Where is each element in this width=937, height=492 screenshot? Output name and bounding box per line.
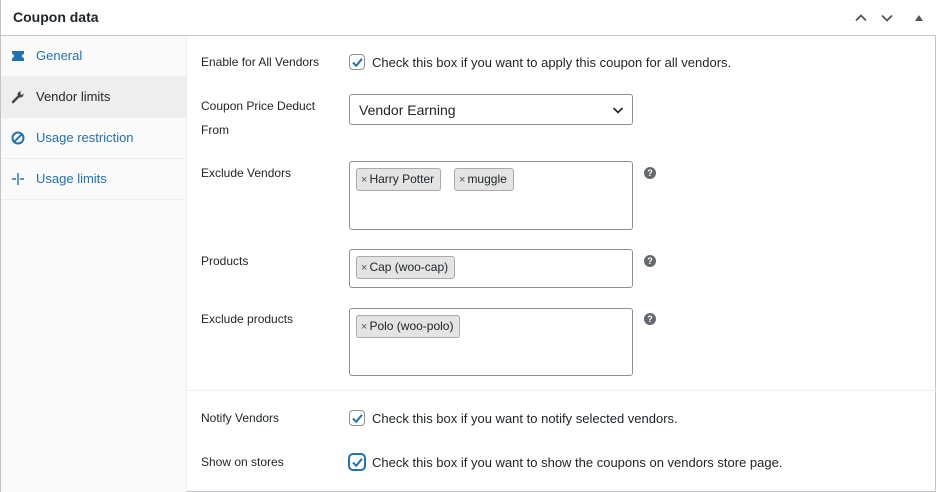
help-icon[interactable]: ? [644, 167, 656, 179]
tag-remove-icon[interactable]: × [361, 262, 367, 274]
enable-all-vendors-label: Enable for All Vendors [201, 55, 320, 69]
tag-remove-icon[interactable]: × [361, 174, 367, 186]
tab-vendor-limits[interactable]: Vendor limits [1, 77, 187, 118]
tab-usage-limits[interactable]: Usage limits [1, 159, 187, 200]
block-icon [11, 131, 25, 145]
exclude-vendors-label: Exclude Vendors [201, 166, 292, 180]
exclude-products-label: Exclude products [201, 312, 294, 326]
show-on-stores-label: Show on stores [201, 455, 284, 469]
products-input[interactable]: × Cap (woo-cap) [349, 249, 633, 288]
price-deduct-label-line1: Coupon Price Deduct [201, 99, 316, 113]
tag-label: Harry Potter [369, 172, 435, 186]
tab-general[interactable]: General [1, 36, 187, 77]
checkmark-icon [351, 413, 363, 423]
price-deduct-select[interactable]: Vendor Earning [349, 94, 633, 125]
help-icon[interactable]: ? [644, 313, 656, 325]
coupon-data-panel: Coupon data General Vendor limits Usage … [0, 0, 936, 492]
notify-vendors-description: Check this box if you want to notify sel… [372, 411, 678, 426]
chevron-down-icon[interactable] [877, 8, 897, 28]
enable-all-vendors-description: Check this box if you want to apply this… [372, 55, 732, 70]
vendor-limits-content: Enable for All Vendors Check this box if… [188, 36, 936, 492]
wrench-icon [11, 90, 25, 104]
panel-title: Coupon data [13, 9, 99, 25]
section-divider [188, 390, 936, 391]
help-icon[interactable]: ? [644, 255, 656, 267]
chevron-up-icon[interactable] [851, 8, 871, 28]
products-label: Products [201, 254, 249, 268]
checkmark-icon [351, 457, 363, 467]
tab-usage-restriction-label: Usage restriction [36, 130, 134, 145]
tag-label: muggle [467, 172, 507, 186]
notify-vendors-label: Notify Vendors [201, 411, 280, 425]
tab-usage-restriction[interactable]: Usage restriction [1, 118, 187, 159]
tag-label: Cap (woo-cap) [369, 260, 449, 274]
price-deduct-label-line2: From [201, 123, 229, 137]
price-deduct-value: Vendor Earning [359, 102, 456, 118]
show-on-stores-description: Check this box if you want to show the c… [372, 455, 783, 470]
tag-harry-potter: × Harry Potter [356, 168, 442, 191]
tab-usage-limits-label: Usage limits [36, 171, 107, 186]
tag-cap: × Cap (woo-cap) [356, 256, 456, 279]
checkmark-icon [351, 57, 363, 67]
coupon-tabs-sidebar: General Vendor limits Usage restriction … [1, 36, 187, 492]
tag-polo: × Polo (woo-polo) [356, 315, 461, 338]
chevron-down-icon [612, 107, 624, 114]
show-on-stores-checkbox[interactable] [349, 454, 365, 470]
triangle-up-icon[interactable] [909, 8, 929, 28]
tag-label: Polo (woo-polo) [369, 319, 454, 333]
tab-general-label: General [36, 48, 83, 63]
exclude-products-input[interactable]: × Polo (woo-polo) [349, 308, 633, 376]
notify-vendors-checkbox[interactable] [349, 410, 365, 426]
tag-remove-icon[interactable]: × [459, 174, 465, 186]
enable-all-vendors-checkbox[interactable] [349, 54, 365, 70]
tab-vendor-limits-label: Vendor limits [36, 89, 111, 104]
tag-remove-icon[interactable]: × [361, 321, 367, 333]
panel-header: Coupon data [1, 0, 936, 36]
crosshair-icon [11, 172, 25, 186]
ticket-icon [11, 49, 25, 63]
exclude-vendors-input[interactable]: × Harry Potter × muggle [349, 161, 633, 230]
tag-muggle: × muggle [454, 168, 514, 191]
